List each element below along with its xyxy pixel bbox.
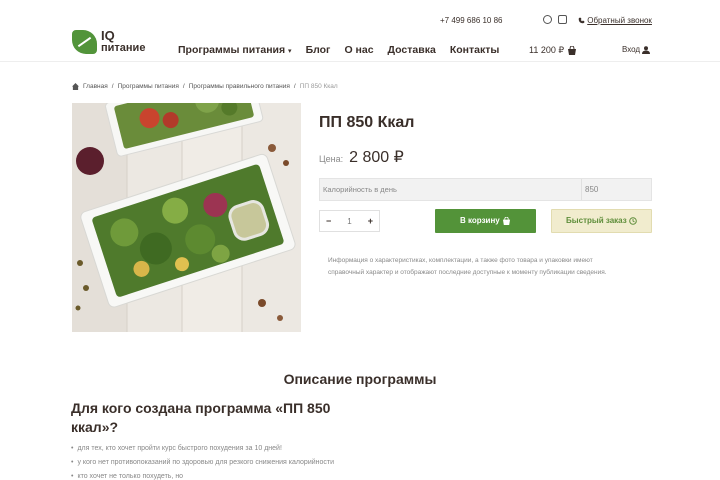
clock-icon	[629, 217, 637, 225]
home-icon	[72, 83, 79, 90]
login-link[interactable]: Вход	[622, 45, 651, 54]
phone-icon	[578, 18, 585, 24]
add-to-cart-button[interactable]: В корзину	[435, 209, 536, 233]
nav-item-blog[interactable]: Блог	[306, 44, 331, 56]
calories-selector[interactable]: Калорийность в день 850	[319, 178, 652, 201]
whatsapp-icon[interactable]	[543, 15, 552, 24]
breadcrumb-item-pp[interactable]: Программы правильного питания	[189, 83, 290, 90]
quick-order-label: Быстрый заказ	[566, 216, 627, 225]
breadcrumb-item-programs[interactable]: Программы питания	[118, 83, 179, 90]
cart-sum: 11 200 ₽	[529, 45, 565, 55]
site-header: +7 499 686 10 86 Обратный звонок IQ пита…	[0, 0, 720, 62]
product-image[interactable]	[72, 103, 301, 332]
site-logo[interactable]: IQ питание	[72, 28, 146, 54]
qty-minus-button[interactable]: −	[326, 216, 331, 226]
calories-value[interactable]: 850	[585, 185, 598, 194]
description-heading: Описание программы	[283, 371, 437, 387]
salad-photo-image	[72, 103, 301, 332]
qty-value[interactable]: 1	[347, 217, 351, 226]
product-disclaimer: Информация о характеристиках, комплектац…	[328, 257, 607, 276]
instagram-icon[interactable]	[558, 15, 567, 24]
cart-icon	[567, 46, 576, 56]
nav-item-contacts[interactable]: Контакты	[450, 44, 500, 56]
chevron-down-icon: ▾	[288, 48, 292, 55]
list-item: кто хочет не только похудеть, но	[71, 470, 334, 480]
quick-order-button[interactable]: Быстрый заказ	[551, 209, 652, 233]
for-whom-heading: Для кого создана программа «ПП 850 ккал»…	[71, 400, 331, 435]
main-nav: Программы питания ▾ Блог О нас Доставка …	[178, 44, 499, 56]
logo-text-line2: питание	[101, 42, 146, 54]
price-value: 2 800 ₽	[349, 149, 404, 166]
breadcrumb: Главная / Программы питания / Программы …	[72, 83, 338, 90]
callback-link[interactable]: Обратный звонок	[578, 16, 652, 25]
header-cart[interactable]: 11 200 ₽	[529, 45, 577, 56]
quantity-stepper: − 1 +	[319, 210, 380, 232]
breadcrumb-separator: /	[111, 83, 114, 90]
logo-text-line1: IQ	[101, 28, 115, 43]
for-whom-list: для тех, кто хочет пройти курс быстрого …	[71, 442, 334, 480]
login-label: Вход	[622, 45, 641, 54]
qty-plus-button[interactable]: +	[368, 216, 373, 226]
price-row: Цена: 2 800 ₽	[319, 147, 404, 167]
header-phone[interactable]: +7 499 686 10 86	[440, 16, 503, 25]
breadcrumb-item-current: ПП 850 Ккал	[299, 83, 338, 90]
list-item: для тех, кто хочет пройти курс быстрого …	[71, 442, 334, 456]
calories-divider	[581, 179, 582, 200]
product-title: ПП 850 Ккал	[319, 114, 415, 131]
price-label: Цена:	[319, 154, 344, 164]
callback-label: Обратный звонок	[587, 16, 652, 25]
breadcrumb-item-home[interactable]: Главная	[83, 83, 108, 90]
social-links	[543, 15, 567, 24]
nav-item-about[interactable]: О нас	[344, 44, 373, 56]
add-to-cart-label: В корзину	[460, 216, 500, 225]
leaf-logo-icon	[72, 30, 97, 54]
calories-label: Калорийность в день	[323, 185, 397, 194]
breadcrumb-separator: /	[293, 83, 296, 90]
nav-item-programs[interactable]: Программы питания ▾	[178, 44, 292, 56]
user-icon	[642, 46, 651, 54]
nav-item-delivery[interactable]: Доставка	[388, 44, 436, 56]
list-item: у кого нет противопоказаний по здоровью …	[71, 456, 334, 470]
breadcrumb-separator: /	[182, 83, 185, 90]
cart-icon	[502, 216, 511, 225]
